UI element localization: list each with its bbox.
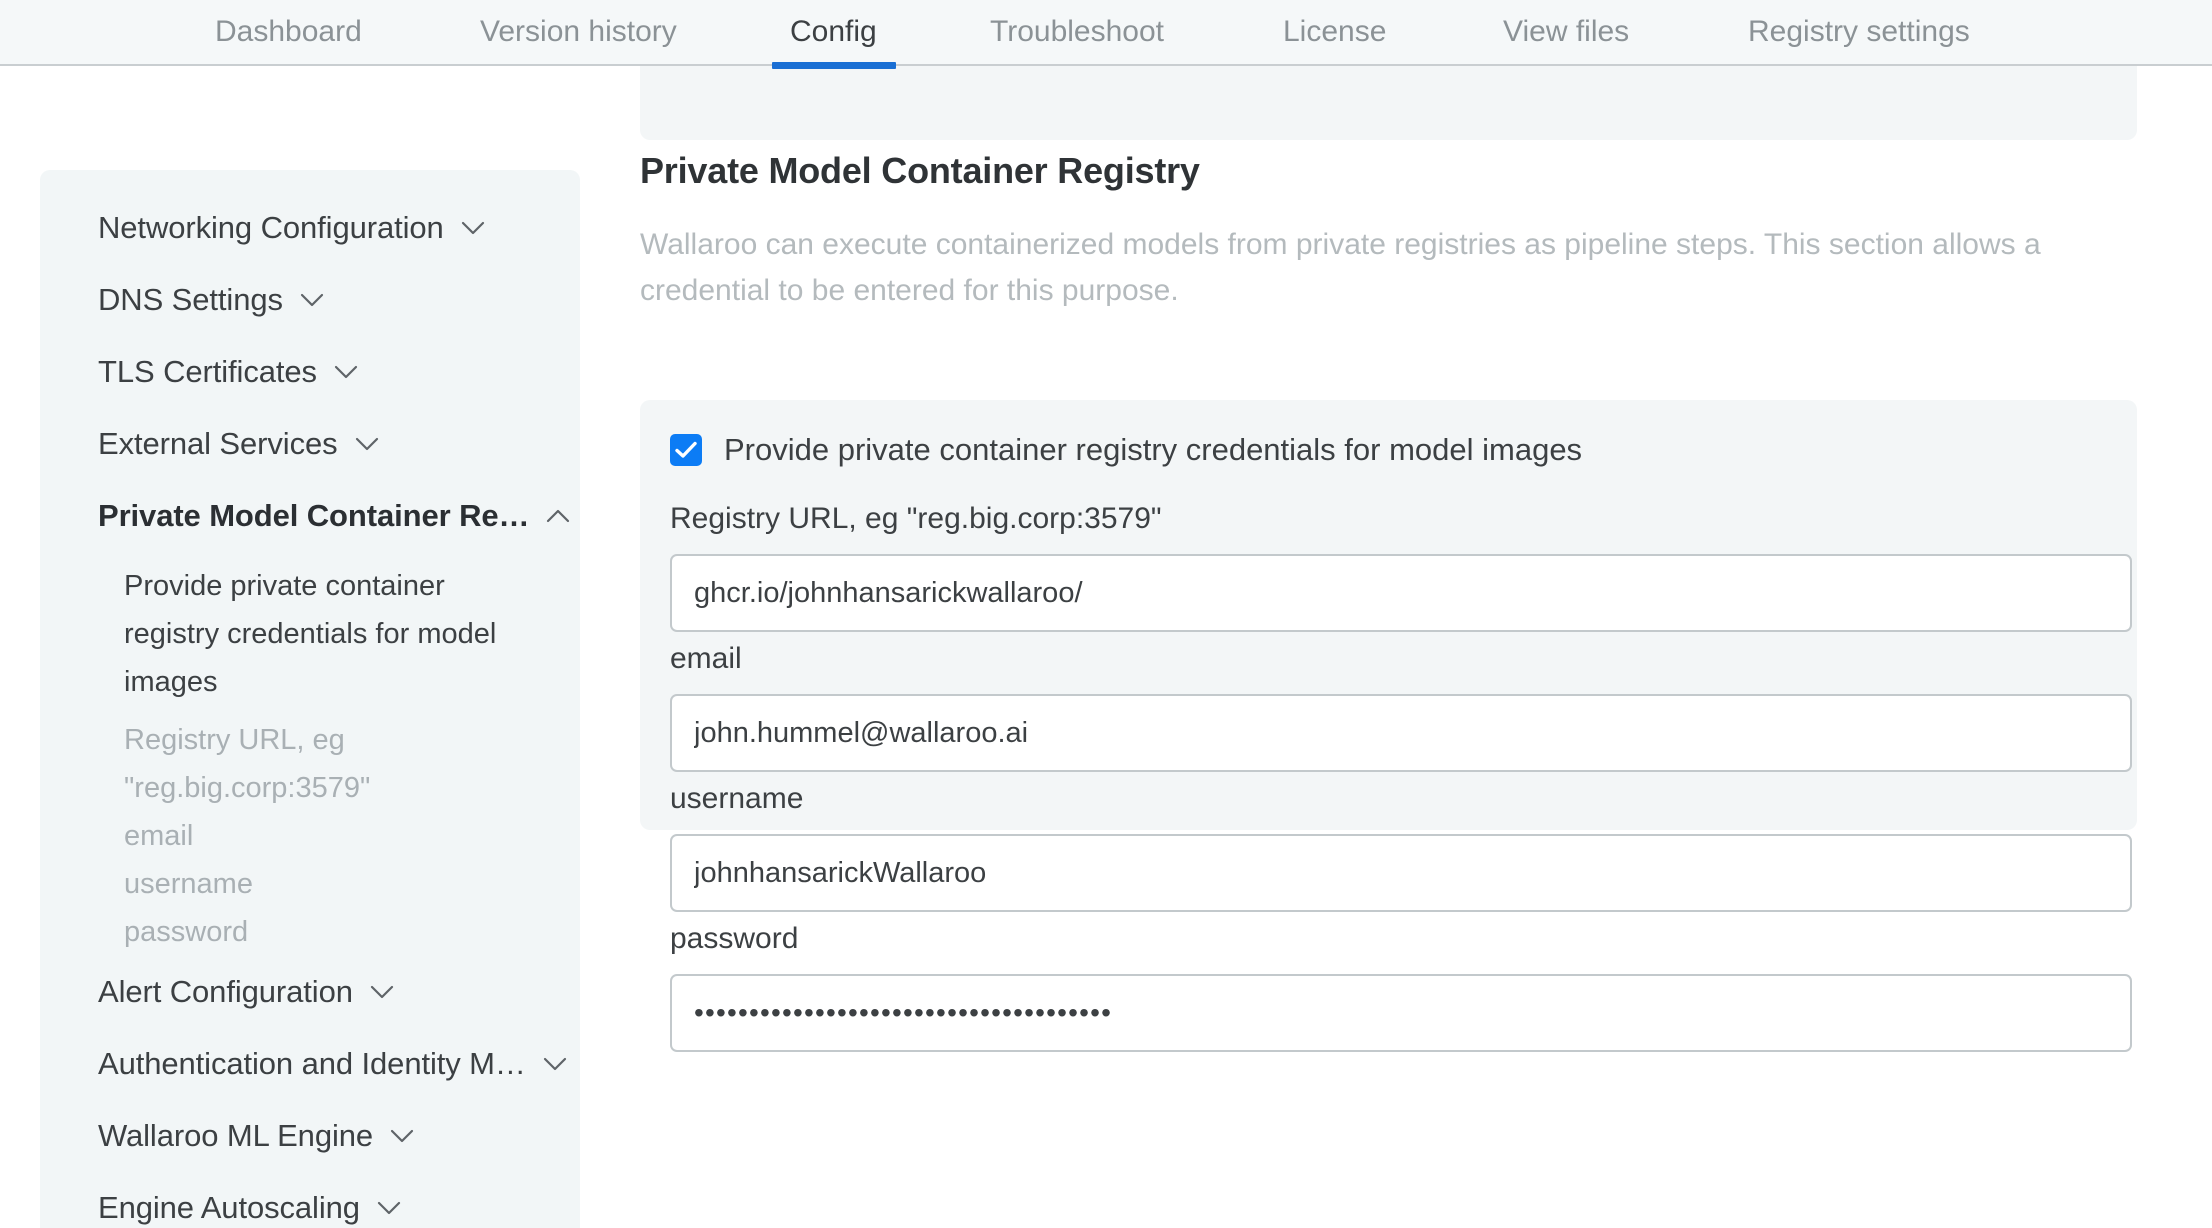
sidebar-item-label: TLS Certificates	[98, 354, 317, 389]
sidebar-item-authentication-and-identity-m[interactable]: Authentication and Identity M…	[40, 1028, 580, 1100]
top-navigation: Dashboard Version history Config Troublesho…	[0, 0, 2212, 69]
top-navigation-items: Dashboard Version history Config Troublesho…	[0, 0, 2212, 69]
tab-troubleshoot[interactable]: Troubleshoot	[990, 0, 1164, 64]
provide-credentials-label: Provide private container registry crede…	[724, 432, 1583, 467]
sidebar-item-label: Wallaroo ML Engine	[98, 1118, 374, 1153]
sidebar-item-external-services[interactable]: External Services	[40, 408, 580, 480]
password-input[interactable]	[670, 974, 2132, 1052]
sidebar-subitem[interactable]: Registry URL, eg "reg.big.corp:3579"	[40, 716, 580, 812]
sidebar-item-label: Authentication and Identity M…	[98, 1046, 526, 1081]
sidebar-subitem[interactable]: password	[40, 908, 580, 956]
sidebar-item-private-model-container-re[interactable]: Private Model Container Re…	[40, 480, 580, 552]
email-label: email	[670, 642, 742, 675]
sidebar-item-label: External Services	[98, 426, 338, 461]
page-title: Private Model Container Registry	[640, 150, 1200, 191]
check-icon	[675, 441, 697, 458]
username-input[interactable]	[670, 834, 2132, 912]
field-email: email	[670, 642, 2132, 772]
tab-view-files[interactable]: View files	[1503, 0, 1629, 64]
sidebar-item-label: Alert Configuration	[98, 974, 353, 1009]
sidebar-item-dns-settings[interactable]: DNS Settings	[40, 264, 580, 336]
provide-credentials-checkbox-row[interactable]: Provide private container registry crede…	[670, 432, 2107, 468]
username-label: username	[670, 782, 804, 815]
chevron-down-icon	[390, 1129, 414, 1143]
sidebar-item-networking-configuration[interactable]: Networking Configuration	[40, 192, 580, 264]
chevron-down-icon	[543, 1057, 566, 1071]
field-password: password	[670, 922, 2132, 1052]
app-root: Browse files for Google application cred…	[0, 0, 2212, 1228]
sidebar-item-label: Engine Autoscaling	[98, 1190, 360, 1225]
registry-url-label: Registry URL, eg "reg.big.corp:3579"	[670, 502, 1162, 535]
chevron-down-icon	[370, 985, 393, 999]
chevron-down-icon	[461, 221, 484, 235]
tab-config[interactable]: Config	[790, 0, 877, 64]
sidebar-item-label: DNS Settings	[98, 282, 283, 317]
page-description: Wallaroo can execute containerized model…	[640, 228, 2041, 307]
sidebar-item-wallaroo-ml-engine[interactable]: Wallaroo ML Engine	[40, 1100, 580, 1172]
chevron-down-icon	[377, 1201, 401, 1215]
active-tab-underline	[772, 62, 896, 69]
password-label: password	[670, 922, 799, 955]
sidebar-item-tls-certificates[interactable]: TLS Certificates	[40, 336, 580, 408]
sidebar-item-label: Networking Configuration	[98, 210, 444, 245]
sidebar-item-alert-configuration[interactable]: Alert Configuration	[40, 956, 580, 1028]
registry-url-input[interactable]	[670, 554, 2132, 632]
sidebar-item-label: Private Model Container Re…	[98, 498, 530, 533]
sidebar-subitem-label: Registry URL, eg "reg.big.corp:3579"	[124, 724, 371, 804]
tab-version-history[interactable]: Version history	[480, 0, 677, 64]
tab-registry-settings[interactable]: Registry settings	[1748, 0, 1970, 64]
provide-credentials-checkbox[interactable]	[670, 434, 702, 466]
field-registry-url: Registry URL, eg "reg.big.corp:3579"	[670, 502, 2132, 632]
sidebar-subitem-label: password	[124, 916, 249, 948]
sidebar-item-engine-autoscaling[interactable]: Engine Autoscaling	[40, 1172, 580, 1228]
sidebar-subitem-label: username	[124, 868, 253, 900]
config-sidebar[interactable]: Networking Configuration DNS Settings TLS …	[40, 170, 580, 1228]
chevron-down-icon	[334, 365, 358, 379]
tab-dashboard[interactable]: Dashboard	[215, 0, 362, 64]
sidebar-subitem[interactable]: username	[40, 860, 580, 908]
chevron-down-icon	[300, 293, 323, 307]
sidebar-subitem[interactable]: email	[40, 812, 580, 860]
chevron-down-icon	[355, 437, 378, 451]
sidebar-subitem[interactable]: Provide private container registry crede…	[40, 552, 580, 716]
main-content: Private Model Container Registry Wallaro…	[640, 150, 2140, 314]
registry-credentials-card: Provide private container registry crede…	[640, 400, 2137, 1052]
email-input[interactable]	[670, 694, 2132, 772]
credentials-fields: Registry URL, eg "reg.big.corp:3579" emai…	[670, 502, 2132, 1052]
sidebar-subitem-label: Provide private container registry crede…	[124, 570, 497, 698]
sidebar-subitem-label: email	[124, 820, 194, 852]
chevron-up-icon	[547, 509, 570, 523]
field-username: username	[670, 782, 2132, 912]
tab-license[interactable]: License	[1283, 0, 1386, 64]
